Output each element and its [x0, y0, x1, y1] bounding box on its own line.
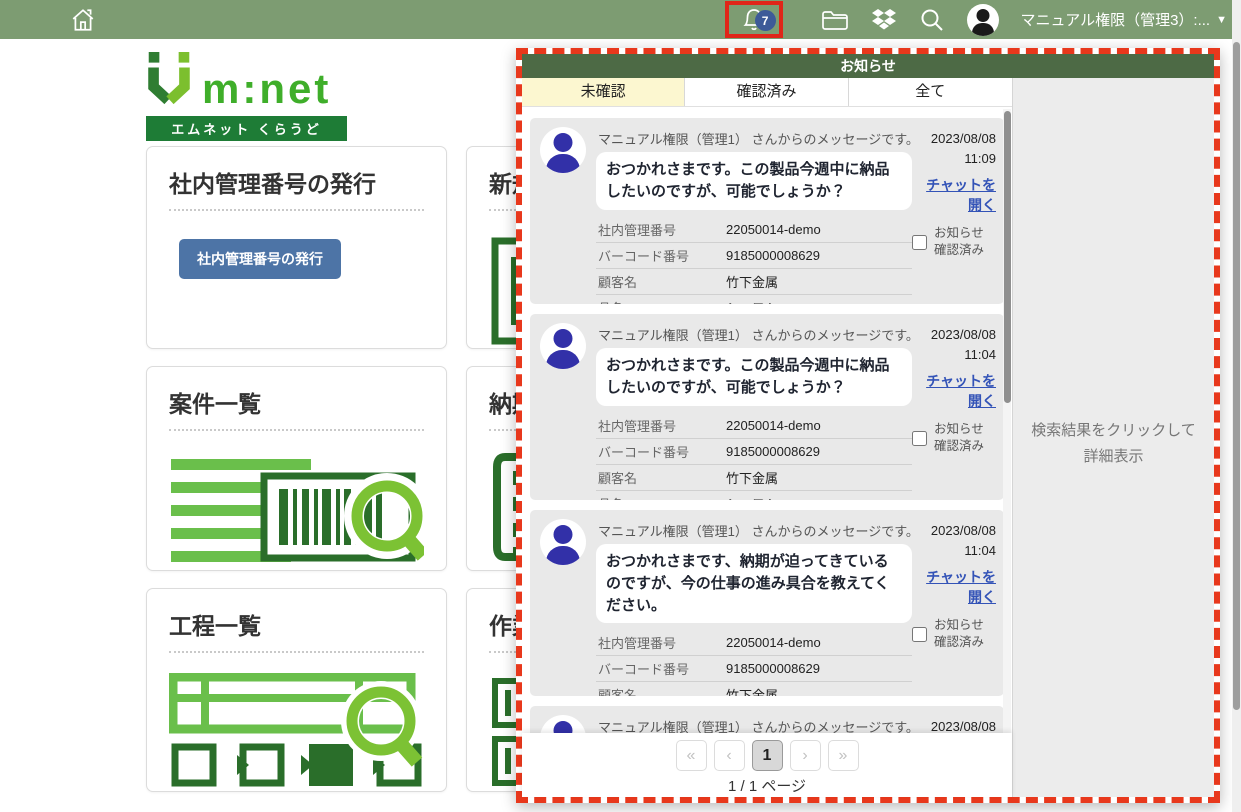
sender-line: マニュアル権限（管理1） さんからのメッセージです。 — [598, 325, 912, 344]
notification-date: 2023/08/08 — [912, 521, 996, 541]
table-row: バーコード番号9185000008629 — [596, 242, 912, 268]
last-page-button[interactable]: » — [828, 740, 859, 771]
table-row: 顧客名竹下金属 — [596, 682, 912, 696]
table-row: 品名シャフト — [596, 490, 912, 500]
notification-bell-highlight-box: 7 — [725, 1, 783, 38]
confirm-checkbox-label: お知らせ確認済み — [934, 421, 996, 455]
list-scrollbar[interactable] — [1003, 109, 1011, 767]
open-chat-link[interactable]: チャットを開く — [922, 372, 996, 411]
sender-avatar-icon — [540, 323, 586, 369]
page-scrollbar[interactable] — [1232, 0, 1241, 812]
notification-time: 11:04 — [912, 345, 996, 365]
topbar: 7 マニュアル権限（管理3）:... ▼ — [0, 0, 1241, 39]
open-chat-link[interactable]: チャットを開く — [922, 568, 996, 607]
brand-name: m:net — [202, 70, 331, 108]
chevron-down-icon[interactable]: ▼ — [1216, 14, 1227, 26]
message-bubble: おつかれさまです。この製品今週中に納品したいのですが、可能でしょうか？ — [596, 152, 912, 210]
detail-column: 検索結果をクリックして 詳細表示 — [1012, 78, 1214, 797]
pagination-footer: « ‹ 1 › » 1 / 1 ページ — [522, 733, 1012, 797]
hamburger-menu-icon[interactable] — [17, 11, 43, 29]
notification-time: 11:09 — [912, 149, 996, 169]
notification-item[interactable]: マニュアル権限（管理1） さんからのメッセージです。 おつかれさまです。この製品… — [530, 118, 1004, 304]
open-chat-link[interactable]: チャットを開く — [922, 176, 996, 215]
tab-unconfirmed[interactable]: 未確認 — [522, 78, 685, 106]
card-title: 工程一覧 — [169, 607, 424, 641]
brand-tagline: エムネット くらうど — [146, 116, 347, 141]
table-row: 顧客名竹下金属 — [596, 464, 912, 490]
sender-avatar-icon — [540, 127, 586, 173]
notification-date: 2023/08/08 — [912, 129, 996, 149]
notification-list-column: 未確認 確認済み 全て マニュアル権限（管理1） さんからのメッセージです。 お… — [522, 78, 1012, 797]
panel-title: お知らせ — [522, 54, 1214, 78]
mnet-logo-mark-icon — [146, 52, 192, 108]
current-page-button[interactable]: 1 — [752, 740, 783, 771]
table-row: バーコード番号9185000008629 — [596, 656, 912, 682]
confirm-checkbox[interactable] — [912, 235, 927, 250]
confirm-checkbox[interactable] — [912, 627, 927, 642]
user-avatar[interactable] — [967, 4, 999, 36]
message-bubble: おつかれさまです。この製品今週中に納品したいのですが、可能でしょうか？ — [596, 348, 912, 406]
search-icon[interactable] — [919, 7, 945, 33]
notification-item[interactable]: マニュアル権限（管理1） さんからのメッセージです。 おつかれさまです。この製品… — [530, 314, 1004, 500]
home-icon[interactable] — [70, 7, 96, 33]
card-title: 社内管理番号の発行 — [169, 165, 424, 199]
sender-line: マニュアル権限（管理1） さんからのメッセージです。 — [598, 521, 912, 540]
confirm-checkbox[interactable] — [912, 431, 927, 446]
card-process-list[interactable]: 工程一覧 — [146, 588, 447, 792]
table-row: 品名シャフト — [596, 294, 912, 304]
table-row: 社内管理番号22050014-demo — [596, 217, 912, 243]
tab-confirmed[interactable]: 確認済み — [685, 78, 848, 106]
dropbox-icon[interactable] — [871, 8, 897, 32]
notifications-panel: お知らせ 未確認 確認済み 全て マニュアル権限（管理1） さんからのメッセージ… — [516, 48, 1220, 803]
prev-page-button[interactable]: ‹ — [714, 740, 745, 771]
detail-placeholder-text: 検索結果をクリックして 詳細表示 — [1013, 418, 1214, 469]
detail-fields-table: 社内管理番号22050014-demo バーコード番号9185000008629… — [596, 630, 912, 696]
next-page-button[interactable]: › — [790, 740, 821, 771]
sender-avatar-icon — [540, 519, 586, 565]
barcode-search-icon — [169, 451, 424, 569]
detail-fields-table: 社内管理番号22050014-demo バーコード番号9185000008629… — [596, 217, 912, 305]
notification-date: 2023/08/08 — [912, 325, 996, 345]
tab-all[interactable]: 全て — [849, 78, 1012, 106]
confirm-checkbox-label: お知らせ確認済み — [934, 617, 996, 651]
issue-number-button[interactable]: 社内管理番号の発行 — [179, 239, 341, 279]
confirm-checkbox-label: お知らせ確認済み — [934, 225, 996, 259]
table-row: バーコード番号9185000008629 — [596, 438, 912, 464]
notification-item[interactable]: マニュアル権限（管理1） さんからのメッセージです。 おつかれさまです、納期が迫… — [530, 510, 1004, 696]
table-row: 顧客名竹下金属 — [596, 268, 912, 294]
card-issue-number[interactable]: 社内管理番号の発行 社内管理番号の発行 — [146, 146, 447, 349]
page-summary: 1 / 1 ページ — [522, 775, 1012, 796]
sender-line: マニュアル権限（管理1） さんからのメッセージです。 — [598, 129, 912, 148]
card-project-list[interactable]: 案件一覧 — [146, 366, 447, 571]
notification-count-badge: 7 — [755, 10, 776, 31]
table-row: 社内管理番号22050014-demo — [596, 630, 912, 656]
notification-list: マニュアル権限（管理1） さんからのメッセージです。 おつかれさまです。この製品… — [522, 108, 1012, 797]
card-title: 案件一覧 — [169, 385, 424, 419]
process-flow-search-icon — [169, 673, 424, 795]
folder-icon[interactable] — [821, 8, 849, 32]
user-role-label: マニュアル権限（管理3）:... — [1021, 9, 1211, 30]
notification-time: 11:04 — [912, 541, 996, 561]
detail-fields-table: 社内管理番号22050014-demo バーコード番号9185000008629… — [596, 413, 912, 501]
message-bubble: おつかれさまです、納期が迫ってきているのですが、今の仕事の進み具合を教えてくださ… — [596, 544, 912, 623]
first-page-button[interactable]: « — [676, 740, 707, 771]
table-row: 社内管理番号22050014-demo — [596, 413, 912, 439]
app-logo: m:net エムネット くらうど — [146, 52, 347, 141]
notification-tabs: 未確認 確認済み 全て — [522, 78, 1012, 107]
